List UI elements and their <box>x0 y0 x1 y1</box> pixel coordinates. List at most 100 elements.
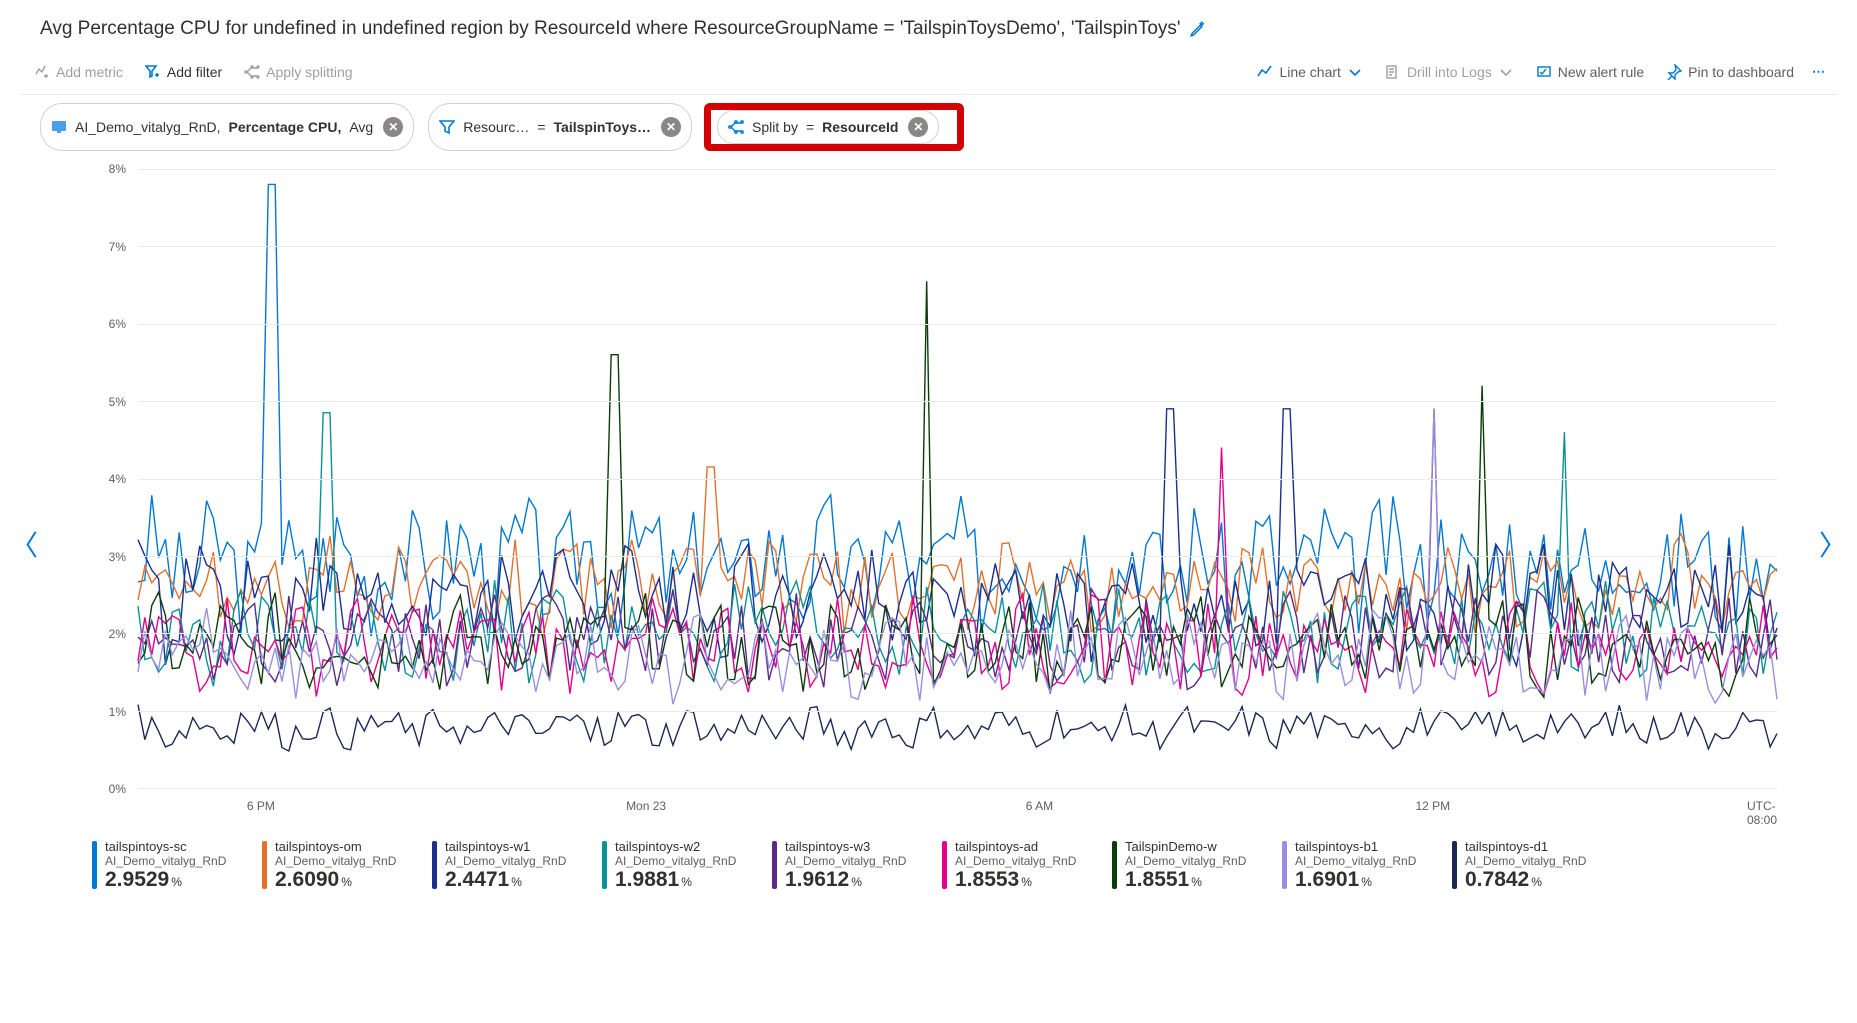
legend-series-value: 1.6901 <box>1295 868 1359 891</box>
next-chart-button[interactable]: 〉 <box>1815 520 1851 568</box>
x-tick: 12 PM <box>1415 799 1450 813</box>
legend-item[interactable]: tailspintoys-adAI_Demo_vitalyg_RnD1.8553… <box>942 839 1092 892</box>
legend-color <box>1452 841 1457 889</box>
legend-series-value: 1.9612 <box>785 868 849 891</box>
chart: 0%1%2%3%4%5%6%7%8% 6 PMMon 236 AM12 PMUT… <box>80 169 1777 829</box>
more-button[interactable]: ⋯ <box>1806 60 1833 84</box>
add-filter-button[interactable]: Add filter <box>135 60 232 84</box>
legend-series-sub: AI_Demo_vitalyg_RnD <box>1125 854 1246 868</box>
x-tick: UTC-08:00 <box>1747 799 1777 827</box>
legend-series-unit: % <box>851 875 862 889</box>
legend-color <box>262 841 267 889</box>
split-pill-highlight: Split by = ResourceId ✕ <box>704 103 964 151</box>
chevron-down-icon <box>1347 64 1363 80</box>
split-icon <box>244 64 260 80</box>
prev-chart-button[interactable]: 〈 <box>6 520 42 568</box>
filter-plus-icon <box>145 64 161 80</box>
edit-icon[interactable] <box>1189 20 1207 38</box>
legend-color <box>1112 841 1117 889</box>
legend-series-unit: % <box>1531 875 1542 889</box>
chart-title-row: Avg Percentage CPU for undefined in unde… <box>40 18 1837 40</box>
legend-series-unit: % <box>1361 875 1372 889</box>
legend-series-name: tailspintoys-om <box>275 839 396 854</box>
legend-color <box>92 841 97 889</box>
legend-item[interactable]: tailspintoys-scAI_Demo_vitalyg_RnD2.9529… <box>92 839 242 892</box>
y-tick: 7% <box>109 240 126 254</box>
legend-color <box>432 841 437 889</box>
legend-series-name: tailspintoys-ad <box>955 839 1076 854</box>
legend-series-unit: % <box>681 875 692 889</box>
legend-item[interactable]: tailspintoys-w3AI_Demo_vitalyg_RnD1.9612… <box>772 839 922 892</box>
y-tick: 5% <box>109 395 126 409</box>
new-alert-button[interactable]: New alert rule <box>1526 60 1654 84</box>
pin-icon <box>1666 64 1682 80</box>
legend-color <box>602 841 607 889</box>
y-tick: 2% <box>109 627 126 641</box>
add-metric-button[interactable]: Add metric <box>24 60 133 84</box>
legend-series-name: tailspintoys-sc <box>105 839 226 854</box>
legend-series-name: tailspintoys-d1 <box>1465 839 1586 854</box>
legend-color <box>942 841 947 889</box>
metric-pill[interactable]: AI_Demo_vitalyg_RnD, Percentage CPU, Avg… <box>40 103 414 151</box>
legend-item[interactable]: tailspintoys-w1AI_Demo_vitalyg_RnD2.4471… <box>432 839 582 892</box>
y-tick: 1% <box>109 705 126 719</box>
legend-item[interactable]: tailspintoys-omAI_Demo_vitalyg_RnD2.6090… <box>262 839 412 892</box>
drill-logs-button[interactable]: Drill into Logs <box>1375 60 1524 84</box>
y-tick: 6% <box>109 317 126 331</box>
chart-type-button[interactable]: Line chart <box>1247 60 1372 84</box>
legend-series-value: 1.8551 <box>1125 868 1189 891</box>
pin-button[interactable]: Pin to dashboard <box>1656 60 1804 84</box>
legend-series-name: tailspintoys-w3 <box>785 839 906 854</box>
legend-series-name: TailspinDemo-w <box>1125 839 1246 854</box>
pill-row: AI_Demo_vitalyg_RnD, Percentage CPU, Avg… <box>40 103 1837 151</box>
y-tick: 4% <box>109 472 126 486</box>
toolbar: Add metric Add filter Apply splitting Li… <box>20 54 1837 95</box>
legend-series-unit: % <box>171 875 182 889</box>
legend-series-name: tailspintoys-b1 <box>1295 839 1416 854</box>
y-tick: 8% <box>109 162 126 176</box>
legend-series-name: tailspintoys-w2 <box>615 839 736 854</box>
legend-series-sub: AI_Demo_vitalyg_RnD <box>1295 854 1416 868</box>
split-pill[interactable]: Split by = ResourceId ✕ <box>717 110 939 144</box>
filter-pill[interactable]: Resourc… = TailspinToys… ✕ <box>428 103 692 151</box>
legend-series-value: 2.6090 <box>275 868 339 891</box>
legend-item[interactable]: tailspintoys-b1AI_Demo_vitalyg_RnD1.6901… <box>1282 839 1432 892</box>
split-icon <box>728 119 744 135</box>
legend-series-sub: AI_Demo_vitalyg_RnD <box>275 854 396 868</box>
y-tick: 3% <box>109 550 126 564</box>
x-tick: 6 PM <box>247 799 275 813</box>
sparkle-plus-icon <box>34 64 50 80</box>
legend-series-unit: % <box>341 875 352 889</box>
resource-icon <box>51 119 67 135</box>
legend-series-value: 1.8553 <box>955 868 1019 891</box>
legend-series-sub: AI_Demo_vitalyg_RnD <box>445 854 566 868</box>
y-axis: 0%1%2%3%4%5%6%7%8% <box>80 169 132 789</box>
legend-series-value: 0.7842 <box>1465 868 1529 891</box>
remove-pill-icon[interactable]: ✕ <box>908 117 928 137</box>
legend-series-unit: % <box>1191 875 1202 889</box>
legend-series-value: 2.4471 <box>445 868 509 891</box>
legend-color <box>772 841 777 889</box>
alert-icon <box>1536 64 1552 80</box>
legend-item[interactable]: TailspinDemo-wAI_Demo_vitalyg_RnD1.8551% <box>1112 839 1262 892</box>
legend-series-name: tailspintoys-w1 <box>445 839 566 854</box>
remove-pill-icon[interactable]: ✕ <box>383 117 403 137</box>
apply-splitting-button[interactable]: Apply splitting <box>234 60 362 84</box>
x-tick: Mon 23 <box>626 799 666 813</box>
legend-series-unit: % <box>511 875 522 889</box>
x-tick: 6 AM <box>1026 799 1053 813</box>
chevron-down-icon <box>1498 64 1514 80</box>
legend-series-sub: AI_Demo_vitalyg_RnD <box>105 854 226 868</box>
legend-color <box>1282 841 1287 889</box>
legend-item[interactable]: tailspintoys-w2AI_Demo_vitalyg_RnD1.9881… <box>602 839 752 892</box>
legend-item[interactable]: tailspintoys-d1AI_Demo_vitalyg_RnD0.7842… <box>1452 839 1602 892</box>
legend-series-unit: % <box>1021 875 1032 889</box>
line-chart-icon <box>1257 64 1273 80</box>
logs-icon <box>1385 64 1401 80</box>
x-axis: 6 PM Mon 23 6 AM 12 PM UTC-08:00 <box>138 793 1777 829</box>
legend-series-value: 2.9529 <box>105 868 169 891</box>
legend: tailspintoys-scAI_Demo_vitalyg_RnD2.9529… <box>92 839 1777 892</box>
legend-series-sub: AI_Demo_vitalyg_RnD <box>955 854 1076 868</box>
remove-pill-icon[interactable]: ✕ <box>661 117 681 137</box>
plot-area[interactable] <box>138 169 1777 789</box>
